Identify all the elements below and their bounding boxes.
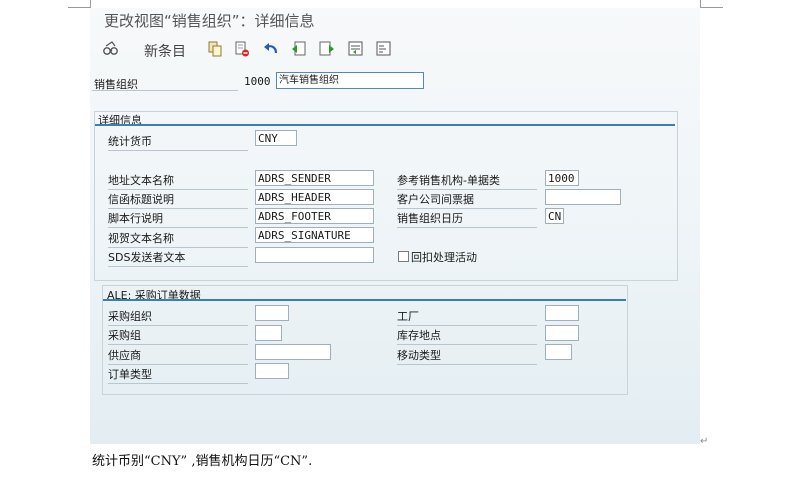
footer-field[interactable]: ADRS_FOOTER (255, 208, 374, 224)
sales-org-calendar-field[interactable]: CN (545, 208, 564, 224)
paragraph-mark: ↵ (700, 436, 709, 447)
stat-currency-field[interactable]: CNY (255, 130, 297, 146)
sales-org-code-field: 1000 (244, 75, 271, 88)
ale-group-rule (103, 299, 626, 301)
window-title: 更改视图“销售组织”：详细信息 (104, 12, 315, 30)
address-text-label: 地址文本名称 (108, 172, 248, 190)
signature-label: 视贺文本名称 (108, 230, 248, 248)
purch-group-field[interactable] (255, 325, 282, 341)
stat-currency-label: 统计货币 (108, 133, 248, 151)
new-entries-button[interactable]: 新条目 (144, 41, 186, 61)
next-entry-icon[interactable] (318, 40, 336, 58)
select-all-icon[interactable] (347, 40, 365, 58)
letter-header-label: 信函标题说明 (108, 191, 248, 209)
rebate-processing-label: 回扣处理活动 (411, 251, 477, 264)
order-type-label: 订单类型 (108, 366, 248, 384)
plant-field[interactable] (545, 305, 579, 321)
crop-mark-top-left (68, 0, 91, 8)
copy-icon[interactable] (206, 40, 224, 58)
order-type-field[interactable] (255, 363, 289, 379)
undo-icon[interactable] (262, 40, 280, 58)
ref-sales-org-label: 参考销售机构-单据类 (397, 172, 537, 190)
sales-org-name-field[interactable]: 汽车销售组织 (276, 72, 424, 89)
ref-sales-org-field[interactable]: 1000 (545, 170, 579, 186)
document-caption: 统计币别“CNY” ,销售机构日历“CN”. (92, 454, 313, 469)
intercompany-billing-label: 客户公司间票据 (397, 191, 537, 209)
address-text-field[interactable]: ADRS_SENDER (255, 170, 374, 186)
previous-entry-icon[interactable] (290, 40, 308, 58)
vendor-field[interactable] (255, 344, 331, 360)
signature-field[interactable]: ADRS_SIGNATURE (255, 227, 374, 243)
purch-org-field[interactable] (255, 305, 289, 321)
sds-sender-field[interactable] (255, 247, 374, 263)
storage-loc-label: 库存地点 (397, 327, 537, 345)
sales-org-calendar-label: 销售组织日历 (397, 210, 537, 228)
sales-org-label-underline (92, 90, 238, 91)
sds-sender-label: SDS发送者文本 (108, 249, 248, 267)
details-group-rule (95, 124, 675, 126)
intercompany-billing-field[interactable] (545, 189, 621, 205)
footer-label: 脚本行说明 (108, 210, 248, 228)
crop-mark-top-right (700, 0, 723, 8)
glasses-icon[interactable] (102, 40, 120, 58)
movement-type-field[interactable] (545, 344, 572, 360)
purch-group-label: 采购组 (108, 327, 248, 345)
purch-org-label: 采购组织 (108, 308, 248, 326)
rebate-processing-checkbox[interactable] (398, 251, 409, 262)
letter-header-field[interactable]: ADRS_HEADER (255, 189, 374, 205)
block-icon[interactable] (375, 40, 393, 58)
storage-loc-field[interactable] (545, 325, 579, 341)
vendor-label: 供应商 (108, 347, 248, 365)
movement-type-label: 移动类型 (397, 347, 537, 365)
delete-icon[interactable] (233, 40, 251, 58)
plant-label: 工厂 (397, 308, 537, 326)
